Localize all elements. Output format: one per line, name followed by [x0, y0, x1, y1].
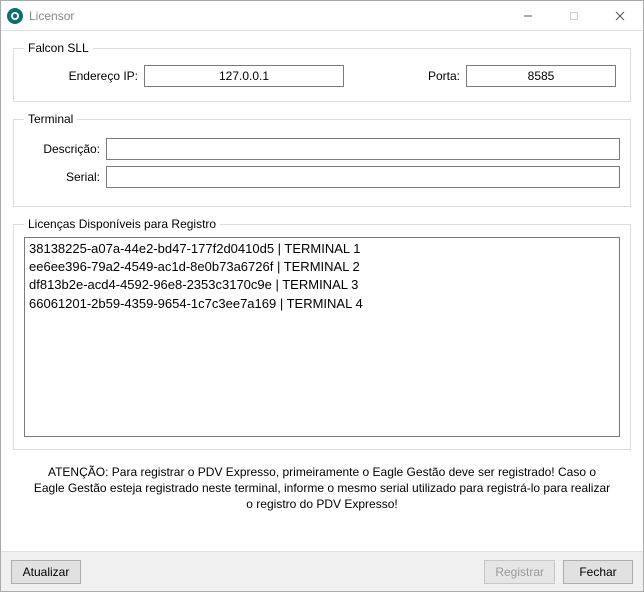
group-falcon-legend: Falcon SLL [24, 41, 93, 55]
group-terminal-legend: Terminal [24, 112, 77, 126]
client-area: Falcon SLL Endereço IP: Porta: Terminal … [1, 31, 643, 531]
licenca-item[interactable]: 66061201-2b59-4359-9654-1c7c3ee7a169 | T… [29, 295, 615, 313]
label-descricao: Descrição: [24, 142, 100, 156]
label-porta: Porta: [390, 69, 460, 83]
titlebar: Licensor [1, 1, 643, 31]
minimize-button[interactable] [505, 1, 551, 31]
licencas-list[interactable]: 38138225-a07a-44e2-bd47-177f2d0410d5 | T… [24, 237, 620, 437]
maximize-button [551, 1, 597, 31]
label-ip: Endereço IP: [28, 69, 138, 83]
label-serial: Serial: [24, 170, 100, 184]
input-ip[interactable] [144, 65, 344, 87]
group-licencas-legend: Licenças Disponíveis para Registro [24, 217, 220, 231]
bottom-bar: Atualizar Registrar Fechar [1, 551, 643, 591]
licenca-item[interactable]: 38138225-a07a-44e2-bd47-177f2d0410d5 | T… [29, 240, 615, 258]
licenca-item[interactable]: ee6ee396-79a2-4549-ac1d-8e0b73a6726f | T… [29, 258, 615, 276]
input-serial[interactable] [106, 166, 620, 188]
group-terminal: Terminal Descrição: Serial: [13, 112, 631, 207]
fechar-button[interactable]: Fechar [563, 560, 633, 584]
window-title: Licensor [29, 9, 74, 23]
attention-text: ATENÇÃO: Para registrar o PDV Expresso, … [13, 460, 631, 521]
input-descricao[interactable] [106, 138, 620, 160]
input-porta[interactable] [466, 65, 616, 87]
group-licencas: Licenças Disponíveis para Registro 38138… [13, 217, 631, 450]
atualizar-button[interactable]: Atualizar [11, 560, 81, 584]
app-icon [7, 8, 23, 24]
registrar-button: Registrar [484, 560, 555, 584]
group-falcon: Falcon SLL Endereço IP: Porta: [13, 41, 631, 102]
licenca-item[interactable]: df813b2e-acd4-4592-96e8-2353c3170c9e | T… [29, 276, 615, 294]
close-button[interactable] [597, 1, 643, 31]
